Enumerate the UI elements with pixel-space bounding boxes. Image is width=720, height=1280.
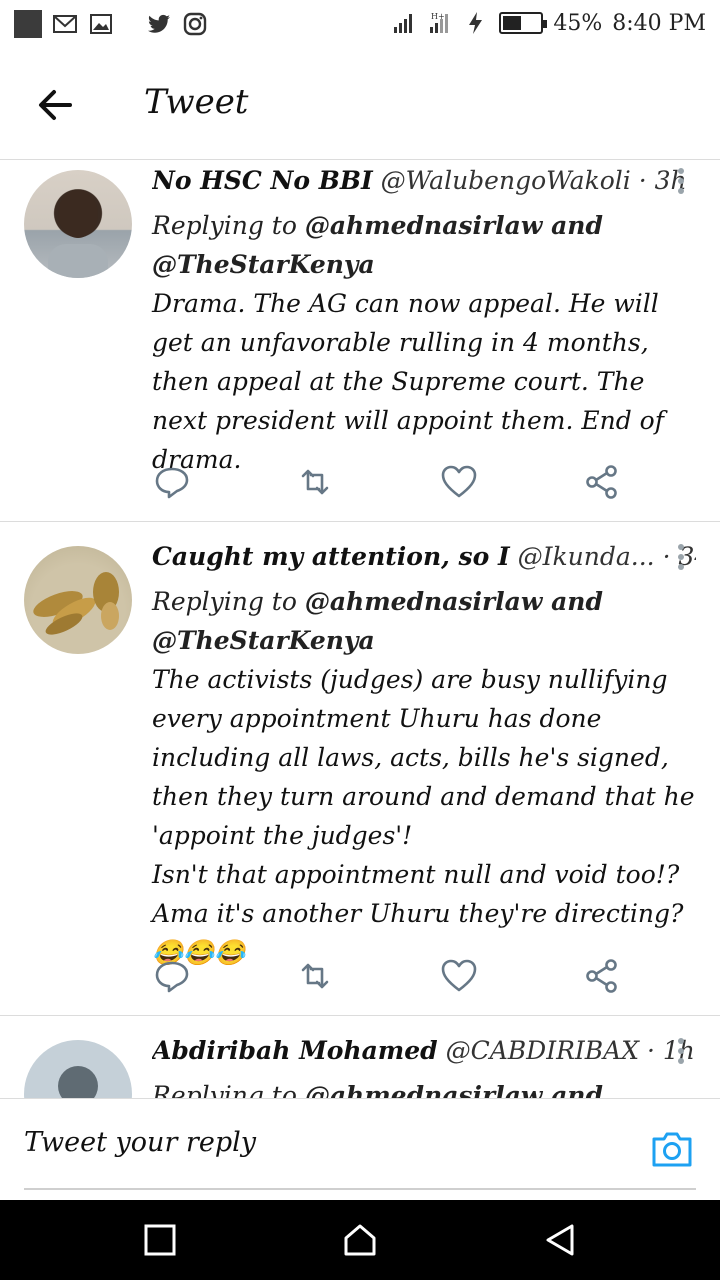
recents-icon[interactable] — [142, 1222, 178, 1258]
handle[interactable]: @Ikunda... — [518, 542, 655, 571]
signal-icon — [394, 14, 413, 33]
handle[interactable]: @CABDIRIBAX — [446, 1036, 639, 1065]
top-app-bar: Tweet — [0, 48, 720, 160]
tweet-body: Caught my attention, so I @Ikunda... · 3… — [152, 542, 696, 972]
replying-to-label: Replying to — [152, 1081, 297, 1098]
display-name[interactable]: Abdiribah Mohamed — [152, 1036, 438, 1065]
replying-to: Replying to @ahmednasirlaw and @TheStarK… — [152, 582, 696, 660]
retweet-icon[interactable] — [295, 956, 335, 996]
page-title: Tweet — [144, 82, 249, 122]
back-arrow-icon[interactable] — [30, 80, 80, 130]
reply-icon[interactable] — [152, 462, 192, 502]
battery-icon — [499, 12, 548, 34]
gmail-icon — [53, 15, 77, 33]
share-icon[interactable] — [582, 462, 622, 502]
battery-percent: 45% — [553, 10, 603, 36]
data-signal-icon: H+ — [430, 12, 449, 33]
back-icon[interactable] — [542, 1222, 578, 1258]
avatar[interactable] — [24, 1040, 132, 1098]
share-icon[interactable] — [582, 956, 622, 996]
tweet-body: Abdiribah Mohamed @CABDIRIBAX · 1h Reply… — [152, 1036, 696, 1098]
timestamp: · 1h — [646, 1036, 695, 1065]
status-bar-notifications — [14, 10, 208, 38]
default-avatar-icon — [58, 1066, 98, 1098]
tweet-body: No HSC No BBI @WalubengoWakoli · 3h Repl… — [152, 166, 696, 479]
reply-input-underline — [24, 1188, 696, 1190]
avatar[interactable] — [24, 546, 132, 654]
home-icon[interactable] — [342, 1222, 378, 1258]
tweet-header: No HSC No BBI @WalubengoWakoli · 3h — [152, 166, 696, 206]
replying-to: Replying to @ahmednasirlaw and — [152, 1076, 696, 1098]
replying-to-label: Replying to — [152, 211, 297, 240]
system-navigation-bar — [0, 1200, 720, 1280]
replying-to: Replying to @ahmednasirlaw and @TheStarK… — [152, 206, 696, 284]
svg-text:H+: H+ — [431, 12, 445, 21]
reply-composer: Tweet your reply — [0, 1098, 720, 1200]
handle[interactable]: @WalubengoWakoli — [381, 166, 631, 195]
tweet-item[interactable]: Caught my attention, so I @Ikunda... · 3… — [0, 522, 720, 1016]
tweet-text: Drama. The AG can now appeal. He will ge… — [152, 289, 672, 474]
status-bar: H+ 45% 8:40 PM — [0, 0, 720, 48]
instagram-icon — [183, 12, 207, 36]
tweet-actions — [152, 956, 622, 996]
charging-icon — [469, 12, 483, 34]
like-icon[interactable] — [439, 462, 479, 502]
image-icon — [90, 14, 112, 34]
tweet-text: The activists (judges) are busy nullifyi… — [152, 665, 695, 967]
tweet-actions — [152, 462, 622, 502]
status-bar-system: H+ 45% 8:40 PM — [391, 10, 706, 36]
tweet-header: Caught my attention, so I @Ikunda... · 3… — [152, 542, 696, 582]
display-name[interactable]: Caught my attention, so I — [152, 542, 510, 571]
tweet-item[interactable]: Abdiribah Mohamed @CABDIRIBAX · 1h Reply… — [0, 1016, 720, 1098]
twitter-icon — [148, 14, 170, 33]
display-name[interactable]: No HSC No BBI — [152, 166, 373, 195]
clock: 8:40 PM — [612, 10, 706, 36]
avatar-person-icon — [48, 190, 108, 278]
like-icon[interactable] — [439, 956, 479, 996]
camera-icon[interactable] — [650, 1129, 694, 1169]
retweet-icon[interactable] — [295, 462, 335, 502]
more-options-icon[interactable] — [676, 1038, 686, 1068]
reply-input[interactable]: Tweet your reply — [24, 1127, 256, 1158]
reply-icon[interactable] — [152, 956, 192, 996]
tweet-header: Abdiribah Mohamed @CABDIRIBAX · 1h — [152, 1036, 696, 1076]
replying-to-label: Replying to — [152, 587, 297, 616]
battery-fill — [503, 16, 522, 30]
more-options-icon[interactable] — [676, 168, 686, 198]
avatar-food-icon — [33, 572, 119, 635]
avatar[interactable] — [24, 170, 132, 278]
tweet-item[interactable]: No HSC No BBI @WalubengoWakoli · 3h Repl… — [0, 160, 720, 522]
more-options-icon[interactable] — [676, 544, 686, 574]
replying-to-handles[interactable]: @ahmednasirlaw and — [305, 1081, 603, 1098]
notification-square-icon — [14, 10, 42, 38]
